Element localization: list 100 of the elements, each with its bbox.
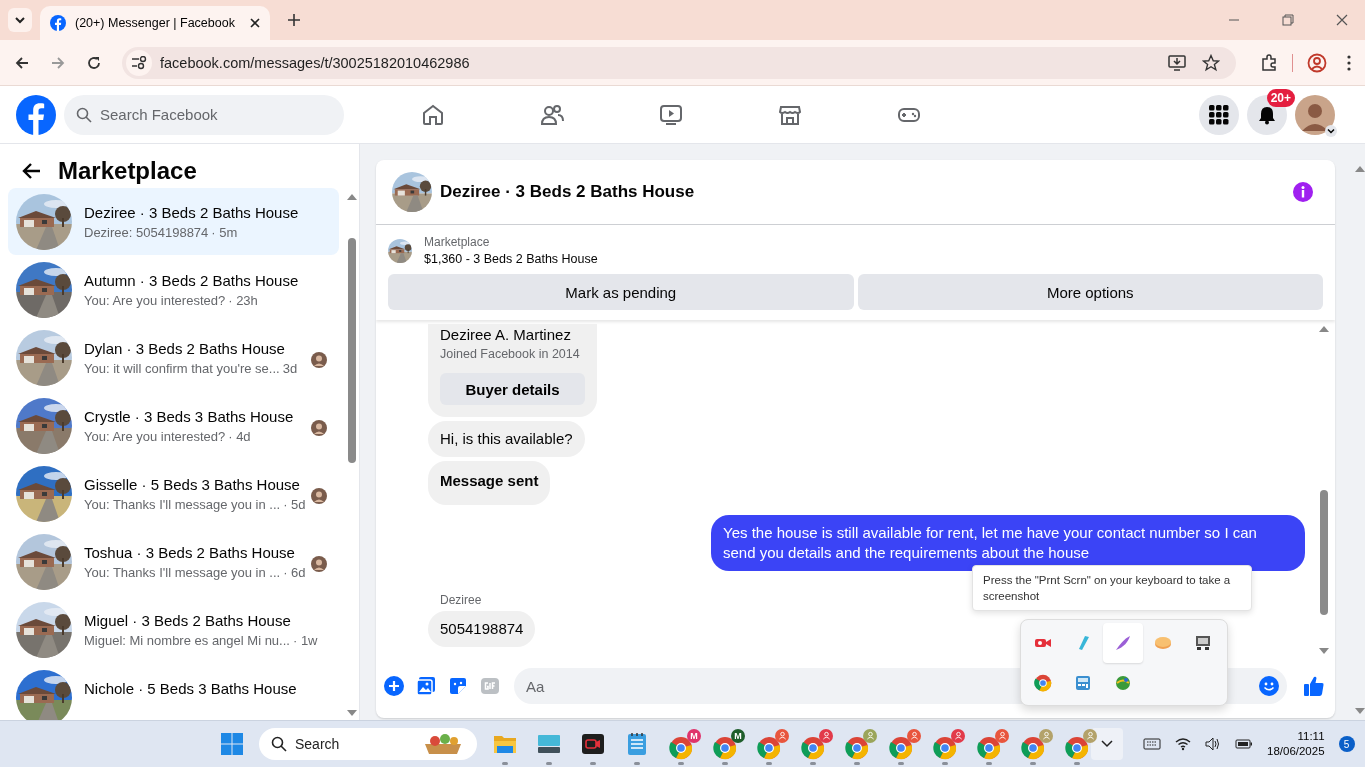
profile-badge: M [687, 728, 701, 743]
settings-sliders-icon [131, 55, 147, 70]
conversation-title: Miguel · 3 Beds 2 Baths House [84, 612, 292, 629]
info-icon[interactable] [1293, 182, 1313, 202]
home-icon[interactable] [421, 102, 445, 127]
listing-action-button[interactable]: More options [857, 274, 1323, 310]
conversation-item[interactable]: Gisselle · 5 Beds 3 Baths House You: Thanks I'll message you in ... · 5d [8, 460, 339, 527]
facebook-logo-icon[interactable] [16, 94, 56, 135]
taskbar-search-field[interactable]: Search [259, 728, 477, 760]
tray-app-button[interactable] [1103, 623, 1143, 663]
message-time: · 4d [228, 429, 251, 444]
listing-action-button[interactable]: Mark as pending [388, 274, 854, 310]
taskbar-app-button[interactable]: M [708, 722, 742, 766]
chevron-down-icon [14, 16, 26, 24]
back-arrow-icon[interactable] [22, 161, 42, 181]
battery-icon[interactable] [1235, 738, 1253, 750]
message-bubble: Hi, is this available? [428, 421, 585, 457]
volume-icon[interactable] [1205, 737, 1221, 751]
message-preview: You: Thanks I'll message you in ... [84, 497, 281, 512]
chevron-down-icon [1101, 740, 1113, 748]
reload-icon[interactable] [86, 54, 102, 71]
conversation-title: Autumn · 3 Beds 2 Baths House [84, 272, 300, 289]
conversation-item[interactable]: Toshua · 3 Beds 2 Baths House You: Thanks I'll message you in ... · 6d [8, 528, 339, 595]
show-hidden-icons-button[interactable] [1091, 728, 1123, 760]
restore-icon[interactable] [1282, 14, 1294, 26]
extensions-icon[interactable] [1260, 53, 1278, 72]
chrome-icon [889, 735, 913, 760]
wifi-icon[interactable] [1175, 737, 1191, 751]
back-arrow-icon[interactable] [14, 54, 30, 71]
image-icon[interactable] [416, 676, 436, 696]
new-tab-icon[interactable] [288, 14, 300, 26]
forward-arrow-icon[interactable] [50, 54, 66, 71]
keyboard-icon[interactable] [1143, 738, 1161, 750]
message-time: · 1w [292, 633, 318, 648]
folder-icon [493, 733, 517, 755]
browser-tab[interactable]: (20+) Messenger | Facebook [40, 6, 270, 40]
message-preview: Miguel: Mi nombre es angel Mi nu... [84, 633, 290, 648]
clock-time[interactable]: 11:11 [1297, 729, 1325, 744]
chrome-icon [713, 735, 737, 760]
star-icon[interactable] [1202, 53, 1220, 72]
people-icon[interactable] [540, 102, 564, 127]
conversation-title: Toshua · 3 Beds 2 Baths House [84, 544, 296, 561]
sticker-icon[interactable] [448, 676, 468, 696]
chrome-icon [845, 735, 869, 760]
globe-icon [1114, 674, 1132, 692]
video-icon[interactable] [659, 102, 683, 127]
facebook-logo-icon [50, 15, 66, 31]
add-icon[interactable] [384, 676, 404, 696]
buyer-details-button[interactable]: Buyer details [440, 373, 585, 405]
chrome-icon [977, 735, 1001, 760]
search-field[interactable]: Search Facebook [64, 94, 344, 135]
site-settings-button[interactable] [126, 49, 152, 76]
message-time: · 6d [283, 565, 306, 580]
message-time: 3d [282, 361, 298, 376]
address-bar[interactable]: facebook.com/messages/t/30025182010462986 [122, 46, 1236, 79]
feather-icon [1114, 634, 1132, 652]
message-time: · 5d [283, 497, 306, 512]
message-preview: You: it will confirm that you're se... [84, 361, 280, 376]
conversation-item[interactable]: Dylan · 3 Beds 2 Baths House You: it will confirm that you're se... 3d [8, 324, 339, 391]
grid-icon [1209, 104, 1229, 125]
listing-summary: $1,360 - 3 Beds 2 Baths House [424, 252, 598, 266]
message-preview: You: Are you interested? [84, 293, 226, 308]
sidebar-title: Marketplace [58, 157, 197, 185]
chrome-icon [1065, 735, 1089, 760]
search-icon [76, 106, 92, 123]
conversation-item[interactable]: Deziree · 3 Beds 2 Baths House Deziree: 5054198874 · 5m [8, 188, 339, 255]
close-icon[interactable] [250, 18, 260, 28]
url-text: facebook.com/messages/t/30025182010462986 [160, 54, 470, 71]
disc-icon [1154, 634, 1172, 652]
clock-date[interactable]: 18/06/2025 [1267, 744, 1325, 759]
thumbs-up-icon[interactable] [1303, 675, 1325, 697]
tab-list-button[interactable] [8, 8, 32, 32]
menu-button[interactable] [1199, 94, 1239, 135]
taskbar-app-button[interactable]: M [664, 722, 698, 766]
conversation-title: Dylan · 3 Beds 2 Baths House [84, 340, 286, 357]
chrome-icon [801, 735, 825, 760]
profile-icon[interactable] [1307, 52, 1327, 73]
windows-start-icon[interactable] [221, 733, 243, 755]
notepad-icon [626, 732, 648, 756]
chrome-icon [933, 735, 957, 760]
search-icon [271, 736, 287, 752]
tab-title: (20+) Messenger | Facebook [75, 16, 236, 30]
message-preview: Deziree: 5054198874 [84, 225, 209, 240]
menu-icon[interactable] [1347, 54, 1351, 71]
sender-name: Deziree [440, 593, 482, 607]
conversation-item[interactable]: Autumn · 3 Beds 2 Baths House You: Are you interested? · 23h [8, 256, 339, 323]
notification-count[interactable]: 5 [1338, 736, 1355, 752]
monitor-icon [1194, 634, 1212, 652]
avatar-icon[interactable] [1295, 94, 1335, 135]
conversation-item[interactable]: Miguel · 3 Beds 2 Baths House Miguel: Mi nombre es angel Mi nu... · 1w [8, 596, 339, 663]
conversation-item[interactable]: Crystle · 3 Beds 3 Baths House You: Are you interested? · 4d [8, 392, 339, 459]
chat-title: Deziree · 3 Beds 2 Baths House [440, 182, 695, 202]
camera-icon [581, 733, 605, 755]
install-app-icon[interactable] [1168, 54, 1186, 71]
keyboard-icon [537, 733, 561, 755]
conversation-title: Deziree · 3 Beds 2 Baths House [84, 204, 300, 221]
message-bubble: Yes the house is still available for rent, let me have your contact number so I can send you details and the requirements about the house [711, 515, 1305, 571]
conversation-title: Crystle · 3 Beds 3 Baths House [84, 408, 295, 425]
chrome-icon [669, 735, 693, 760]
emoji-icon[interactable] [1259, 676, 1279, 696]
